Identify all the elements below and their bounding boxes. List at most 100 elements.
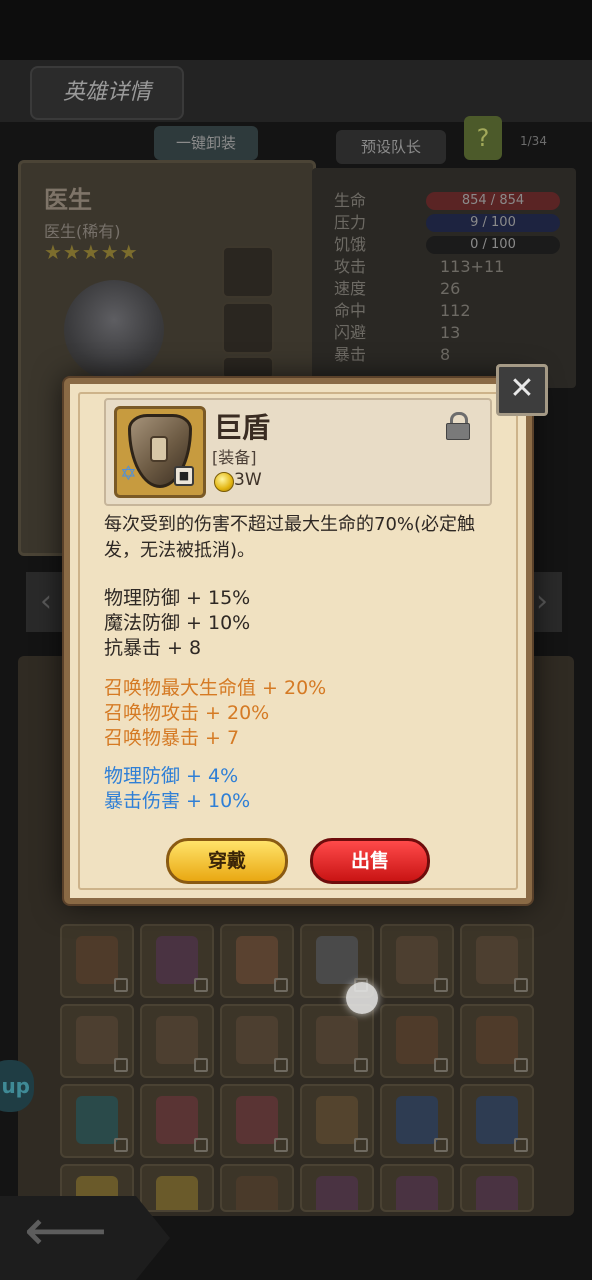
stat-value: 113+11 <box>440 257 505 276</box>
shield-boss <box>150 436 168 462</box>
inventory-slot[interactable] <box>140 1004 214 1078</box>
lock-icon <box>354 1138 368 1152</box>
stat-label: 攻击 <box>334 257 367 276</box>
preset-leader-checkbox[interactable]: 预设队长 <box>336 130 446 164</box>
hero-rarity: 医生(稀有) <box>44 222 121 241</box>
preset-leader-label: 预设队长 <box>360 138 421 156</box>
potion-bag-icon <box>316 1176 358 1210</box>
hp-bar: 854 / 854 <box>426 192 560 210</box>
attribute-line: 物理防御 + 15% <box>104 587 251 609</box>
inventory-slot[interactable] <box>380 1004 454 1078</box>
inventory-slot[interactable] <box>220 1084 294 1158</box>
stat-dodge: 闪避 13 <box>334 322 564 344</box>
lock-icon <box>434 1058 448 1072</box>
potion-bag-icon <box>396 1176 438 1210</box>
lock-icon <box>194 1058 208 1072</box>
lantern-icon <box>316 936 358 984</box>
equip-button[interactable]: 穿戴 <box>166 838 288 884</box>
base-attributes: 物理防御 + 15% 魔法防御 + 10% 抗暴击 + 8 <box>104 586 250 661</box>
shield-icon <box>396 1016 438 1064</box>
stat-hp: 生命 854 / 854 <box>334 190 564 212</box>
inventory-slot[interactable] <box>380 924 454 998</box>
stat-speed: 速度 26 <box>334 278 564 300</box>
inventory-slot[interactable] <box>380 1084 454 1158</box>
doll-icon <box>316 1096 358 1144</box>
shield-icon <box>76 936 118 984</box>
touch-indicator <box>346 982 378 1014</box>
attribute-line: 召唤物最大生命值 + 20% <box>104 677 327 699</box>
inventory-slot[interactable] <box>460 1004 534 1078</box>
lock-toggle-icon[interactable] <box>446 412 470 440</box>
attribute-line: 召唤物暴击 + 7 <box>104 727 240 749</box>
lock-icon <box>194 978 208 992</box>
boots-icon <box>476 936 518 984</box>
item-name: 巨盾 <box>214 411 271 444</box>
lock-icon <box>274 978 288 992</box>
inventory-slot[interactable] <box>300 1164 374 1212</box>
crown-icon <box>156 1176 198 1210</box>
boots-icon <box>316 1016 358 1064</box>
potion-bag-icon <box>156 936 198 984</box>
inventory-slot[interactable] <box>140 924 214 998</box>
help-button[interactable]: ? <box>464 116 502 160</box>
hero-avatar <box>64 280 164 380</box>
stat-crit: 暴击 8 <box>334 344 564 366</box>
boots-icon <box>236 1016 278 1064</box>
inventory-slot[interactable] <box>60 1004 134 1078</box>
item-price: 3W <box>234 470 262 490</box>
lock-icon <box>274 1058 288 1072</box>
page-title: 英雄详情 <box>30 66 184 120</box>
potion-bag-icon <box>476 1176 518 1210</box>
lock-icon <box>274 1138 288 1152</box>
stat-value: 13 <box>440 323 461 342</box>
inventory-slot[interactable] <box>460 924 534 998</box>
sell-button[interactable]: 出售 <box>310 838 430 884</box>
stats-panel: 生命 854 / 854 压力 9 / 100 饥饿 0 / 100 攻击 11… <box>312 168 576 388</box>
shield-icon <box>476 1016 518 1064</box>
hero-name: 医生 <box>44 186 92 214</box>
lock-icon <box>514 1058 528 1072</box>
boots-icon <box>396 936 438 984</box>
inventory-slot[interactable] <box>220 1004 294 1078</box>
attribute-line: 抗暴击 + 8 <box>104 637 202 659</box>
attribute-line: 物理防御 + 4% <box>104 765 239 787</box>
inventory-slot[interactable] <box>460 1084 534 1158</box>
lock-icon <box>114 978 128 992</box>
top-bar <box>0 0 592 60</box>
inventory-slot[interactable] <box>460 1164 534 1212</box>
unequip-all-button[interactable]: 一键卸装 <box>154 126 258 160</box>
close-icon[interactable]: ✕ <box>496 364 548 416</box>
axe-icon <box>236 1096 278 1144</box>
hero-stars: ★★★★★ <box>44 240 139 264</box>
stat-label: 压力 <box>334 213 367 232</box>
inventory-slot[interactable] <box>220 1164 294 1212</box>
inventory-slot[interactable] <box>140 1164 214 1212</box>
lock-icon <box>114 1058 128 1072</box>
boots-icon <box>156 1016 198 1064</box>
stat-label: 速度 <box>334 279 367 298</box>
inventory-slot[interactable] <box>220 924 294 998</box>
inventory-slot[interactable] <box>300 1084 374 1158</box>
equip-slot[interactable] <box>222 356 274 380</box>
stat-stress: 压力 9 / 100 <box>334 212 564 234</box>
inventory-slot[interactable] <box>60 924 134 998</box>
equip-slot[interactable] <box>222 246 274 298</box>
attribute-line: 召唤物攻击 + 20% <box>104 702 270 724</box>
summon-attributes: 召唤物最大生命值 + 20% 召唤物攻击 + 20% 召唤物暴击 + 7 <box>104 676 326 751</box>
inventory-slot[interactable] <box>140 1084 214 1158</box>
inventory-slot[interactable] <box>60 1084 134 1158</box>
stress-bar: 9 / 100 <box>426 214 560 232</box>
stat-hunger: 饥饿 0 / 100 <box>334 234 564 256</box>
equip-slot[interactable] <box>222 302 274 354</box>
axe-icon <box>156 1096 198 1144</box>
staff-icon <box>76 1096 118 1144</box>
hunger-bar: 0 / 100 <box>426 236 560 254</box>
stat-label: 生命 <box>334 191 367 210</box>
inventory-slot[interactable] <box>380 1164 454 1212</box>
prev-hero-arrow-icon[interactable]: ‹ <box>26 572 66 632</box>
back-arrow-icon: ⟵ <box>24 1196 108 1264</box>
bonus-attributes: 物理防御 + 4% 暴击伤害 + 10% <box>104 764 250 814</box>
stat-attack: 攻击 113+11 <box>334 256 564 278</box>
inventory-slot[interactable] <box>300 1004 374 1078</box>
attribute-line: 魔法防御 + 10% <box>104 612 251 634</box>
